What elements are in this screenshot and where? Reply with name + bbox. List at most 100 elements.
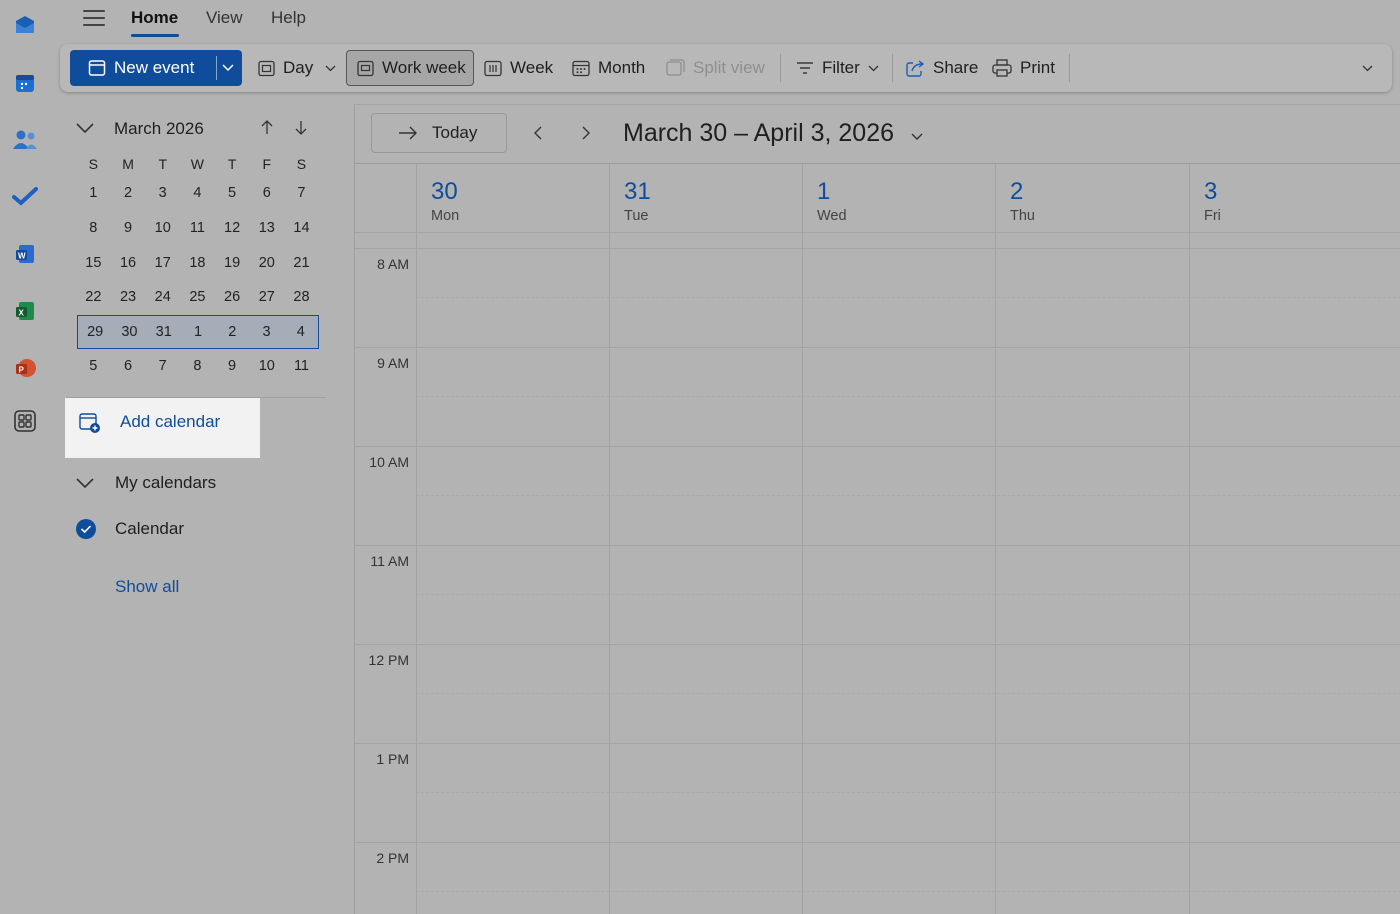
mini-calendar-title: March 2026 bbox=[114, 119, 204, 138]
mini-calendar-day[interactable]: 18 bbox=[180, 255, 215, 271]
new-event-button[interactable]: New event bbox=[70, 50, 242, 86]
mini-calendar-day[interactable]: 2 bbox=[215, 324, 249, 340]
calendar-app-icon[interactable] bbox=[12, 70, 38, 96]
time-label: 11 AM bbox=[370, 553, 409, 569]
day-column-divider bbox=[802, 164, 803, 914]
more-apps-icon[interactable] bbox=[12, 408, 38, 434]
mini-calendar-day[interactable]: 12 bbox=[215, 220, 250, 236]
mini-calendar-day[interactable]: 10 bbox=[145, 220, 180, 236]
tab-view[interactable]: View bbox=[206, 8, 243, 28]
day-column-header[interactable]: 3 Fri bbox=[1189, 164, 1382, 232]
weekday-label: T bbox=[227, 156, 237, 172]
mini-calendar-day[interactable]: 1 bbox=[76, 185, 111, 201]
day-column-header[interactable]: 1 Wed bbox=[802, 164, 995, 232]
svg-text:X: X bbox=[19, 309, 25, 318]
time-label: 2 PM bbox=[376, 850, 409, 866]
mini-calendar-day[interactable]: 11 bbox=[284, 358, 319, 374]
people-icon[interactable] bbox=[12, 127, 38, 153]
mini-calendar-day[interactable]: 22 bbox=[76, 289, 111, 305]
day-column-header[interactable]: 2 Thu bbox=[995, 164, 1188, 232]
day-column-header[interactable]: 30 Mon bbox=[416, 164, 609, 232]
tab-home[interactable]: Home bbox=[131, 8, 178, 28]
mini-calendar-day[interactable]: 6 bbox=[111, 358, 146, 374]
show-all-link[interactable]: Show all bbox=[115, 577, 179, 597]
outlook-mail-icon[interactable] bbox=[12, 12, 38, 38]
date-range-title[interactable]: March 30 – April 3, 2026 bbox=[623, 119, 923, 148]
mini-calendar-day[interactable]: 23 bbox=[111, 289, 146, 305]
mini-calendar-day[interactable]: 8 bbox=[76, 220, 111, 236]
mini-calendar-day[interactable]: 4 bbox=[180, 185, 215, 201]
mini-calendar-day[interactable]: 5 bbox=[76, 358, 111, 374]
mini-calendar-day[interactable]: 25 bbox=[180, 289, 215, 305]
work-week-label: Work week bbox=[382, 58, 466, 77]
mini-calendar-day[interactable]: 19 bbox=[215, 255, 250, 271]
mini-calendar-day[interactable]: 7 bbox=[284, 185, 319, 201]
chevron-down-icon[interactable] bbox=[222, 64, 234, 72]
mini-calendar-day[interactable]: 9 bbox=[215, 358, 250, 374]
mini-calendar-day[interactable]: 3 bbox=[249, 324, 283, 340]
work-week-view-button[interactable]: Work week bbox=[346, 50, 474, 86]
mini-calendar-day[interactable]: 24 bbox=[145, 289, 180, 305]
mini-calendar-day[interactable]: 9 bbox=[111, 220, 146, 236]
mini-calendar-day[interactable]: 27 bbox=[249, 289, 284, 305]
mini-calendar-day[interactable]: 8 bbox=[180, 358, 215, 374]
mini-calendar-day[interactable]: 15 bbox=[76, 255, 111, 271]
day-name: Wed bbox=[817, 208, 847, 224]
mini-calendar-day[interactable]: 4 bbox=[284, 324, 318, 340]
powerpoint-icon[interactable]: P bbox=[12, 355, 38, 381]
mini-calendar-day[interactable]: 31 bbox=[147, 324, 181, 340]
mini-calendar-day[interactable]: 7 bbox=[145, 358, 180, 374]
my-calendars-header[interactable]: My calendars bbox=[76, 470, 216, 496]
next-week-icon[interactable] bbox=[579, 123, 593, 143]
mini-calendar-day[interactable]: 2 bbox=[111, 185, 146, 201]
mini-calendar-day[interactable]: 14 bbox=[284, 220, 319, 236]
mini-calendar-day[interactable]: 3 bbox=[145, 185, 180, 201]
weekday-label: S bbox=[296, 156, 307, 172]
mini-calendar-day[interactable]: 21 bbox=[284, 255, 319, 271]
split-view-button[interactable]: Split view bbox=[666, 50, 765, 86]
print-button[interactable]: Print bbox=[992, 50, 1055, 86]
todo-icon[interactable] bbox=[12, 183, 38, 209]
share-button[interactable]: Share bbox=[906, 50, 978, 86]
tab-help[interactable]: Help bbox=[271, 8, 306, 28]
today-button[interactable]: Today bbox=[371, 113, 507, 153]
mini-calendar-day[interactable]: 30 bbox=[112, 324, 146, 340]
mini-calendar-day[interactable]: 17 bbox=[145, 255, 180, 271]
calendar-list-item[interactable]: Calendar bbox=[76, 517, 184, 541]
svg-text:W: W bbox=[18, 252, 26, 261]
mini-calendar-day[interactable]: 13 bbox=[249, 220, 284, 236]
chevron-down-icon bbox=[911, 133, 923, 140]
excel-icon[interactable]: X bbox=[12, 298, 38, 324]
chevron-down-icon[interactable] bbox=[868, 65, 879, 72]
word-icon[interactable]: W bbox=[12, 241, 38, 267]
mini-calendar-day[interactable]: 26 bbox=[215, 289, 250, 305]
chevron-down-icon[interactable] bbox=[325, 65, 336, 72]
checked-circle-icon[interactable] bbox=[76, 519, 96, 539]
all-day-divider bbox=[355, 232, 1400, 233]
filter-button[interactable]: Filter bbox=[796, 50, 887, 86]
month-view-button[interactable]: Month bbox=[572, 50, 645, 86]
mini-calendar-week-row: 22 23 24 25 26 27 28 bbox=[76, 280, 320, 315]
hour-gridline bbox=[355, 347, 1400, 348]
mini-calendar-day[interactable]: 5 bbox=[215, 185, 250, 201]
day-view-button[interactable]: Day bbox=[258, 50, 344, 86]
mini-calendar-day[interactable]: 28 bbox=[284, 289, 319, 305]
mini-calendar-day[interactable]: 1 bbox=[181, 324, 215, 340]
arrow-down-icon[interactable] bbox=[295, 120, 307, 135]
mini-calendar-day[interactable]: 10 bbox=[249, 358, 284, 374]
week-view-button[interactable]: Week bbox=[484, 50, 553, 86]
calendar-icon bbox=[88, 60, 106, 76]
mini-calendar-day[interactable]: 29 bbox=[78, 324, 112, 340]
previous-week-icon[interactable] bbox=[531, 123, 545, 143]
mini-calendar-day[interactable]: 16 bbox=[111, 255, 146, 271]
mini-calendar-day[interactable]: 6 bbox=[249, 185, 284, 201]
weekday-label: T bbox=[158, 156, 167, 172]
mini-calendar-day[interactable]: 20 bbox=[249, 255, 284, 271]
collapse-chevron-icon[interactable] bbox=[76, 123, 94, 134]
mini-calendar-day[interactable]: 11 bbox=[180, 220, 215, 236]
arrow-up-icon[interactable] bbox=[261, 120, 273, 135]
hamburger-menu-icon[interactable] bbox=[83, 10, 105, 28]
day-column-header[interactable]: 31 Tue bbox=[609, 164, 802, 232]
add-calendar-button[interactable]: Add calendar bbox=[65, 398, 260, 458]
ribbon-expand-button[interactable] bbox=[1362, 50, 1381, 86]
